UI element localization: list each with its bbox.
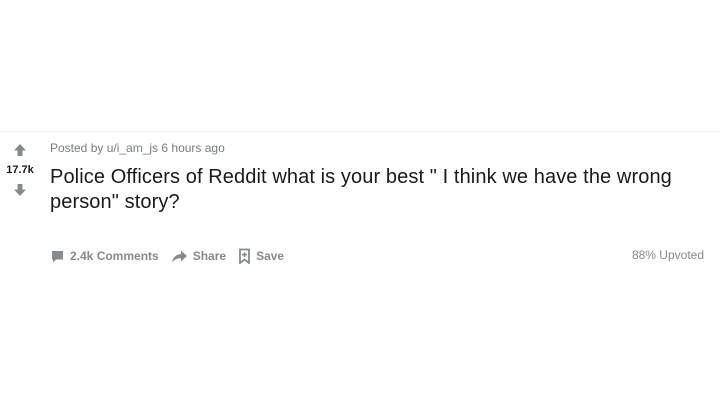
meta-prefix: Posted by — [50, 141, 107, 155]
downvote-button[interactable] — [10, 180, 30, 200]
vote-column: 17.7k — [0, 140, 40, 200]
save-button[interactable]: Save — [238, 248, 284, 264]
post-card: 17.7k Posted by u/i_am_js 6 hours ago Po… — [0, 132, 720, 282]
share-button[interactable]: Share — [171, 249, 226, 264]
share-icon — [171, 249, 188, 264]
share-label: Share — [192, 249, 227, 263]
upvote-ratio: 88% Upvoted — [631, 248, 704, 262]
vote-score: 17.7k — [6, 164, 34, 176]
arrow-down-icon — [13, 183, 27, 197]
post-screenshot: 17.7k Posted by u/i_am_js 6 hours ago Po… — [0, 0, 720, 404]
arrow-up-icon — [13, 143, 27, 157]
save-label: Save — [256, 249, 285, 263]
comments-button[interactable]: 2.4k Comments — [50, 249, 159, 264]
post-content: Posted by u/i_am_js 6 hours ago Police O… — [50, 140, 706, 215]
bookmark-icon — [238, 248, 251, 264]
comment-icon — [50, 249, 65, 264]
post-age: 6 hours ago — [158, 141, 225, 155]
post-title[interactable]: Police Officers of Reddit what is your b… — [50, 165, 706, 215]
upvote-button[interactable] — [10, 140, 30, 160]
comments-label: 2.4k Comments — [70, 249, 159, 263]
post-actions: 2.4k Comments Share Save — [50, 248, 296, 264]
author-link[interactable]: u/i_am_js — [107, 141, 158, 155]
post-meta: Posted by u/i_am_js 6 hours ago — [50, 140, 706, 156]
